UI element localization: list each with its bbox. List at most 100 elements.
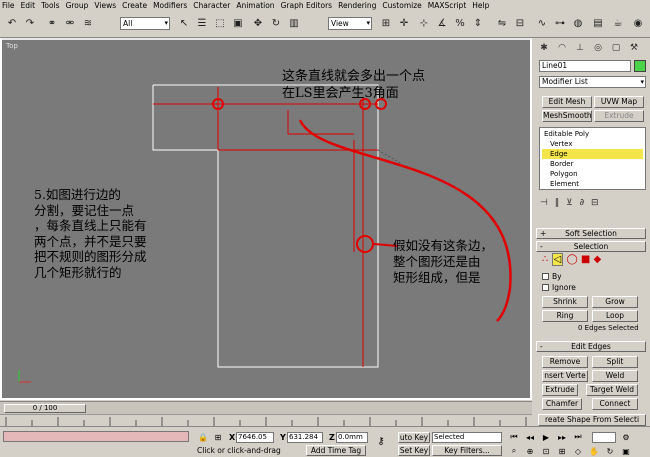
stack-item-element[interactable]: Element (550, 179, 579, 189)
top-viewport[interactable]: Top 这条直线就会多出一个点 在LS里会产生3角面 5.如图进行边的 分割，要… (0, 38, 532, 400)
z-coordinate-field[interactable]: 0.0mm (336, 432, 368, 443)
menu-item-customize[interactable]: Customize (382, 1, 421, 10)
time-slider-track[interactable]: 0 / 100 (0, 401, 532, 414)
set-key-button[interactable]: Set Key (398, 445, 430, 456)
snap-toggle-icon[interactable]: ⊹ (416, 15, 432, 32)
arc-rotate-icon[interactable]: ↻ (604, 445, 616, 457)
field-of-view-icon[interactable]: ◇ (572, 445, 584, 457)
pan-icon[interactable]: ✋ (588, 445, 600, 457)
track-bar[interactable] (0, 414, 532, 426)
undo-icon[interactable]: ↶ (4, 15, 20, 32)
mirror-icon[interactable]: ⇋ (494, 15, 510, 32)
menu-item-group[interactable]: Group (66, 1, 89, 10)
stack-item-editable-poly[interactable]: Editable Poly (544, 129, 589, 139)
menu-item-create[interactable]: Create (122, 1, 147, 10)
lock-icon[interactable]: 🔒 (197, 431, 209, 443)
element-mode-icon[interactable]: ◆ (593, 254, 601, 265)
select-object-icon[interactable]: ↖ (176, 15, 192, 32)
split-button[interactable]: Split (592, 356, 638, 368)
edit-edges-rollout[interactable]: - Edit Edges (536, 341, 646, 352)
selection-rollout[interactable]: - Selection (536, 241, 646, 252)
pivot-center-icon[interactable]: ⊞ (378, 15, 394, 32)
zoom-extents-all-icon[interactable]: ⊞ (556, 445, 568, 457)
current-frame-field[interactable] (592, 432, 616, 443)
maximize-viewport-icon[interactable]: ▣ (620, 445, 632, 457)
reference-coordinate-dropdown[interactable]: View (328, 17, 372, 30)
modifier-list-dropdown[interactable]: Modifier List (539, 76, 646, 88)
menu-item-views[interactable]: Views (94, 1, 116, 10)
quick-render-icon[interactable]: ☕ (610, 15, 626, 32)
menu-item-help[interactable]: Help (472, 1, 489, 10)
grow-button[interactable]: Grow (592, 296, 638, 308)
menu-item-animation[interactable]: Animation (236, 1, 274, 10)
menu-item-modifiers[interactable]: Modifiers (153, 1, 187, 10)
target-weld-button[interactable]: Target Weld (586, 384, 638, 396)
loop-button[interactable]: Loop (592, 310, 638, 322)
menu-item-graph-editors[interactable]: Graph Editors (281, 1, 333, 10)
unlink-icon[interactable]: ⚮ (62, 15, 78, 32)
angle-snap-icon[interactable]: ∡ (434, 15, 450, 32)
percent-snap-icon[interactable]: % (452, 15, 468, 32)
menu-item-edit[interactable]: Edit (21, 1, 36, 10)
shrink-button[interactable]: Shrink (542, 296, 588, 308)
render-scene-icon[interactable]: ▤ (590, 15, 606, 32)
remove-button[interactable]: Remove (542, 356, 588, 368)
zoom-icon[interactable]: ⌕ (508, 445, 520, 457)
object-name-field[interactable]: Line01 (539, 60, 631, 72)
select-move-icon[interactable]: ✥ (250, 15, 266, 32)
key-filters-button[interactable]: Key Filters... (432, 445, 502, 456)
display-tab-icon[interactable]: ▢ (608, 40, 624, 56)
previous-frame-icon[interactable]: ◂◂ (524, 431, 536, 443)
stack-item-border[interactable]: Border (550, 159, 573, 169)
extrude-modifier-button[interactable]: Extrude (594, 110, 644, 122)
select-by-name-icon[interactable]: ☰ (194, 15, 210, 32)
window-crossing-icon[interactable]: ▣ (230, 15, 246, 32)
create-shape-button[interactable]: reate Shape From Selecti (538, 414, 646, 426)
go-to-end-icon[interactable]: ⏭ (572, 431, 584, 443)
zoom-extents-icon[interactable]: ⊡ (540, 445, 552, 457)
absolute-mode-icon[interactable]: ⊞ (212, 431, 224, 443)
connect-button[interactable]: Connect (592, 398, 638, 410)
redo-icon[interactable]: ↷ (22, 15, 38, 32)
key-icon[interactable]: ⚷ (375, 435, 387, 447)
ignore-backfacing-checkbox[interactable]: Ignore (542, 283, 576, 292)
menu-item-file[interactable]: File (2, 1, 15, 10)
stack-item-vertex[interactable]: Vertex (550, 139, 573, 149)
select-link-icon[interactable]: ⚭ (44, 15, 60, 32)
time-slider[interactable]: 0 / 100 (4, 404, 86, 413)
ring-button[interactable]: Ring (542, 310, 588, 322)
time-config-icon[interactable]: ⚙ (620, 431, 632, 443)
x-coordinate-field[interactable]: 7646.05 (236, 432, 274, 443)
maxscript-listener[interactable] (3, 431, 189, 442)
go-to-start-icon[interactable]: ⏮ (508, 431, 520, 443)
zoom-all-icon[interactable]: ⊕ (524, 445, 536, 457)
motion-tab-icon[interactable]: ◎ (590, 40, 606, 56)
utilities-tab-icon[interactable]: ⚒ (626, 40, 642, 56)
rectangular-selection-icon[interactable]: ⬚ (212, 15, 228, 32)
by-vertex-checkbox[interactable]: By (542, 272, 562, 281)
curve-editor-icon[interactable]: ∿ (534, 15, 550, 32)
spinner-snap-icon[interactable]: ⇕ (470, 15, 486, 32)
vertex-mode-icon[interactable]: ∴ (542, 254, 548, 265)
stack-item-polygon[interactable]: Polygon (550, 169, 578, 179)
select-rotate-icon[interactable]: ↻ (268, 15, 284, 32)
menu-item-tools[interactable]: Tools (41, 1, 59, 10)
stack-item-edge[interactable]: Edge (542, 149, 643, 159)
play-icon[interactable]: ▶ (540, 431, 552, 443)
soft-selection-rollout[interactable]: + Soft Selection (536, 228, 646, 239)
menu-item-rendering[interactable]: Rendering (338, 1, 376, 10)
y-coordinate-field[interactable]: 631.284 (287, 432, 323, 443)
add-time-tag-button[interactable]: Add Time Tag (306, 445, 366, 456)
chamfer-button[interactable]: Chamfer (542, 398, 582, 410)
edge-mode-icon[interactable]: ◁ (551, 253, 564, 266)
select-scale-icon[interactable]: ▥ (286, 15, 302, 32)
next-frame-icon[interactable]: ▸▸ (556, 431, 568, 443)
edit-mesh-button[interactable]: Edit Mesh (542, 96, 592, 108)
schematic-view-icon[interactable]: ⊶ (552, 15, 568, 32)
selection-filter-dropdown[interactable]: All (120, 17, 170, 30)
select-manipulate-icon[interactable]: ✛ (396, 15, 412, 32)
uvw-map-button[interactable]: UVW Map (594, 96, 644, 108)
material-editor-icon[interactable]: ◍ (570, 15, 586, 32)
menu-item-maxscript[interactable]: MAXScript (428, 1, 467, 10)
align-icon[interactable]: ⊟ (512, 15, 528, 32)
